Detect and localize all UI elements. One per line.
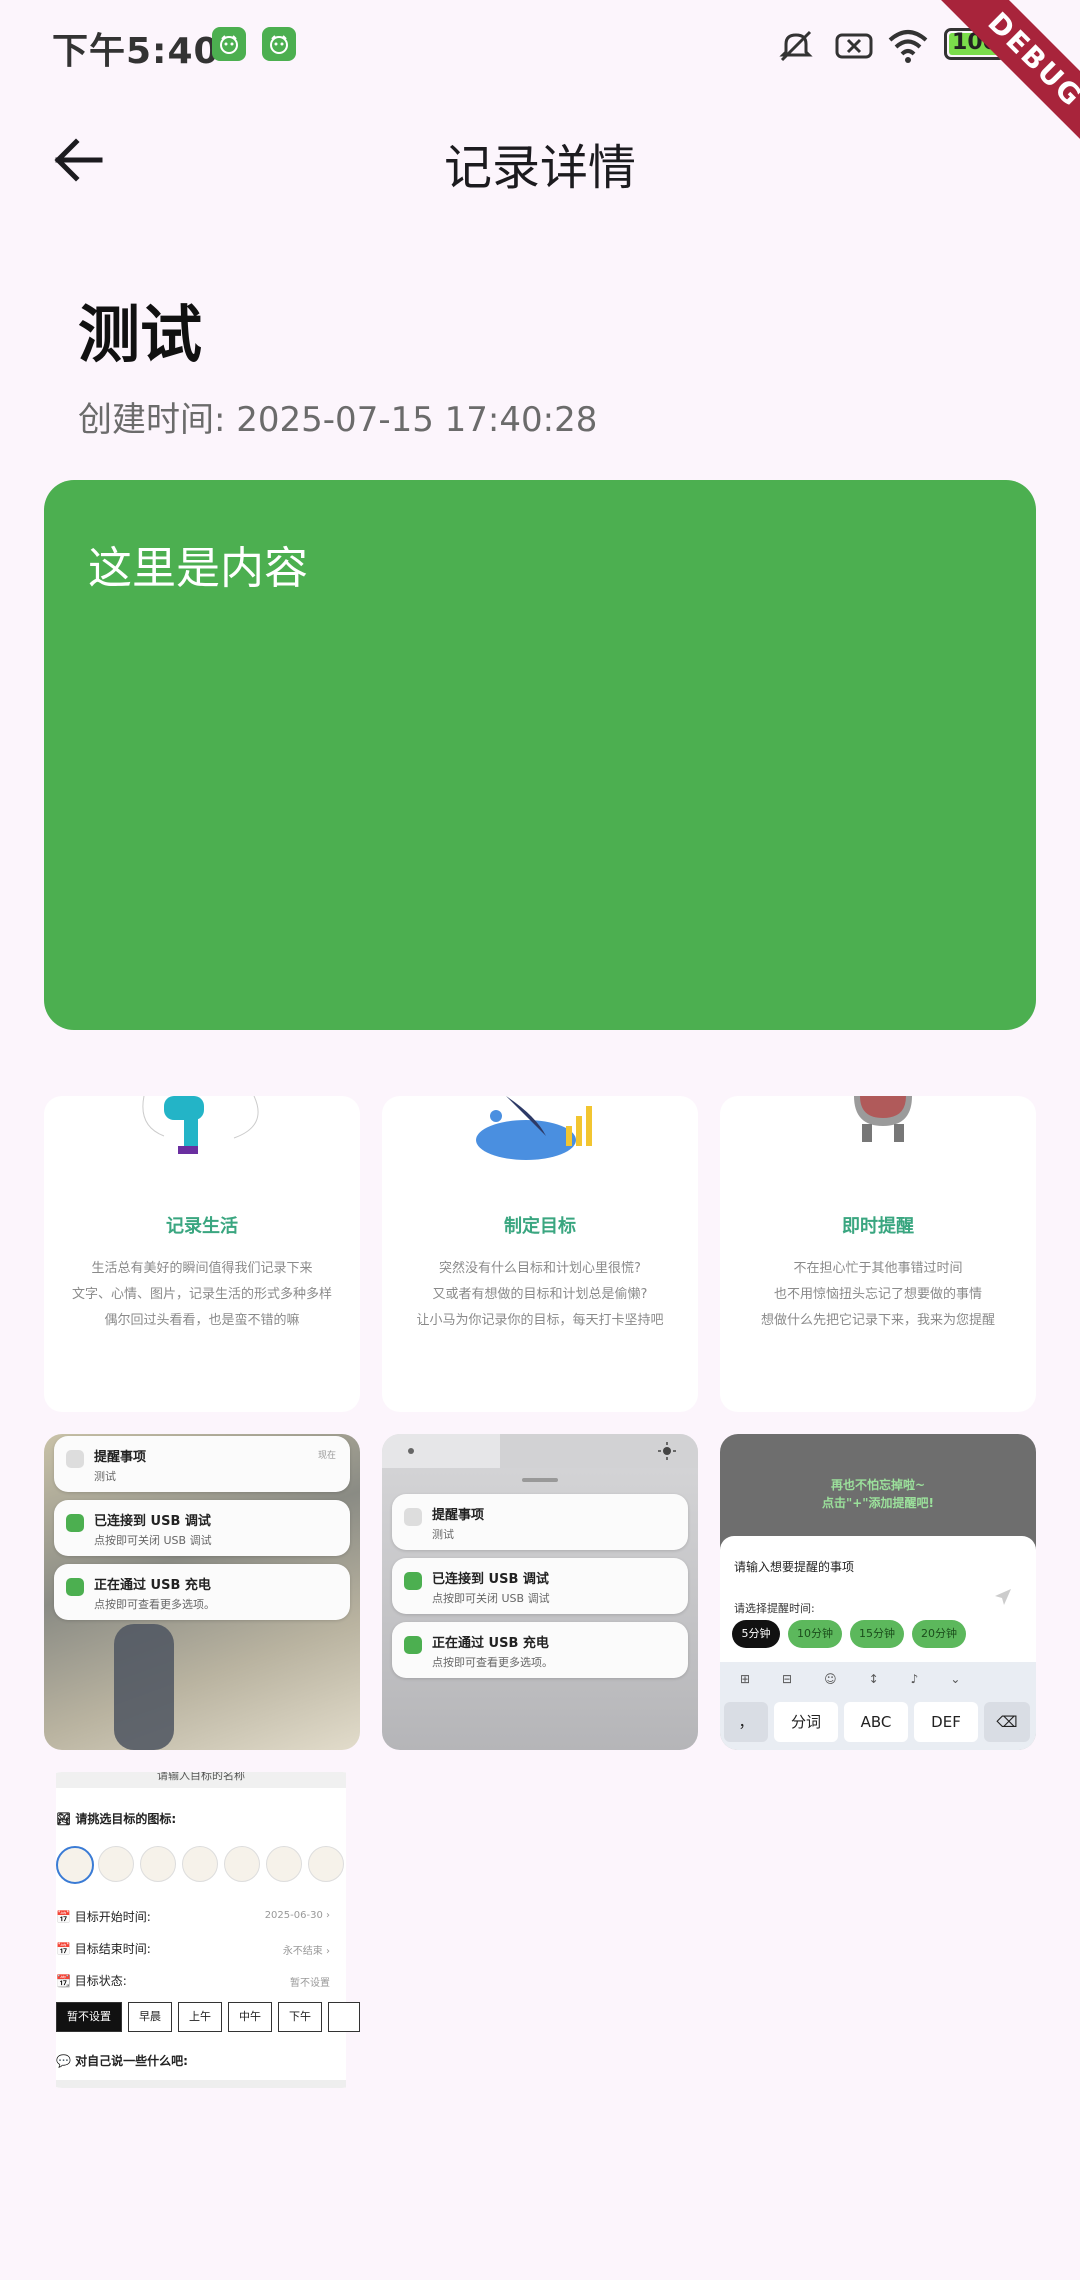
image-thumbnail[interactable]: 提醒事项 测试 已连接到 USB 调试 点按即可关闭 USB 调试 正在通过 U… [382, 1434, 698, 1750]
app-badge-icon [212, 27, 246, 61]
image-thumbnail[interactable]: 即时提醒 不在担心忙于其他事错过时间 也不用惊恼扭头忘记了想要做的事情 想做什么… [720, 1096, 1036, 1412]
sim-off-icon [835, 33, 873, 59]
notification-card: 已连接到 USB 调试 点按即可关闭 USB 调试 [54, 1500, 350, 1556]
notification-card: 正在通过 USB 充电 点按即可查看更多选项。 [54, 1564, 350, 1620]
image-thumbnail[interactable]: 制定目标 突然没有什么目标和计划心里很慌? 又或者有想做的目标和计划总是偷懒? … [382, 1096, 698, 1412]
notification-card: 提醒事项 测试 [392, 1494, 688, 1550]
record-title: 测试 [78, 298, 203, 371]
status-bar: 下午5:40 100 DEBUG [0, 0, 1080, 169]
feature-title: 记录生活 [166, 1216, 238, 1237]
brightness-icon [408, 1448, 414, 1454]
image-thumbnail[interactable]: 记录生活 生活总有美好的瞬间值得我们记录下来 文字、心情、图片，记录生活的形式多… [44, 1096, 360, 1412]
page-title: 记录详情 [443, 140, 636, 196]
feature-title: 即时提醒 [842, 1216, 914, 1237]
record-content-card: 这里是内容 [44, 480, 1036, 1030]
notification-card: 提醒事项 测试 现在 [54, 1436, 350, 1492]
notification-card: 正在通过 USB 充电 点按即可查看更多选项。 [392, 1622, 688, 1678]
image-thumbnail[interactable]: 再也不怕忘掉啦~ 点击"+"添加提醒吧! 请输入想要提醒的事项 请选择提醒时间:… [720, 1434, 1036, 1750]
send-icon [995, 1589, 1011, 1605]
mute-icon [779, 30, 813, 62]
illustration-person-icon [142, 1096, 259, 1154]
image-thumbnail[interactable]: 提醒事项 测试 现在 已连接到 USB 调试 点按即可关闭 USB 调试 正在通… [44, 1434, 360, 1750]
app-badge-icon [262, 27, 296, 61]
feature-title: 制定目标 [504, 1216, 576, 1237]
wifi-icon [888, 30, 928, 63]
record-created-time: 创建时间: 2025-07-15 17:40:28 [78, 400, 598, 440]
feature-desc: 突然没有什么目标和计划心里很慌? 又或者有想做的目标和计划总是偷懒? 让小马为你… [416, 1261, 664, 1328]
image-thumbnail[interactable]: 请输入目标的名称 🏞 请挑选目标的图标: 📅 目标开始时间: 2025-06-3… [44, 1772, 360, 2088]
status-time: 下午5:40 [52, 31, 220, 72]
illustration-chart-icon [476, 1096, 592, 1160]
feature-desc: 生活总有美好的瞬间值得我们记录下来 文字、心情、图片，记录生活的形式多种多样 偶… [71, 1261, 332, 1328]
notification-card: 已连接到 USB 调试 点按即可关闭 USB 调试 [392, 1558, 688, 1614]
record-content: 这里是内容 [88, 543, 308, 594]
feature-desc: 不在担心忙于其他事错过时间 也不用惊恼扭头忘记了想要做的事情 想做什么先把它记录… [760, 1261, 995, 1328]
brightness-icon [658, 1442, 676, 1460]
illustration-clock-icon [854, 1096, 912, 1142]
